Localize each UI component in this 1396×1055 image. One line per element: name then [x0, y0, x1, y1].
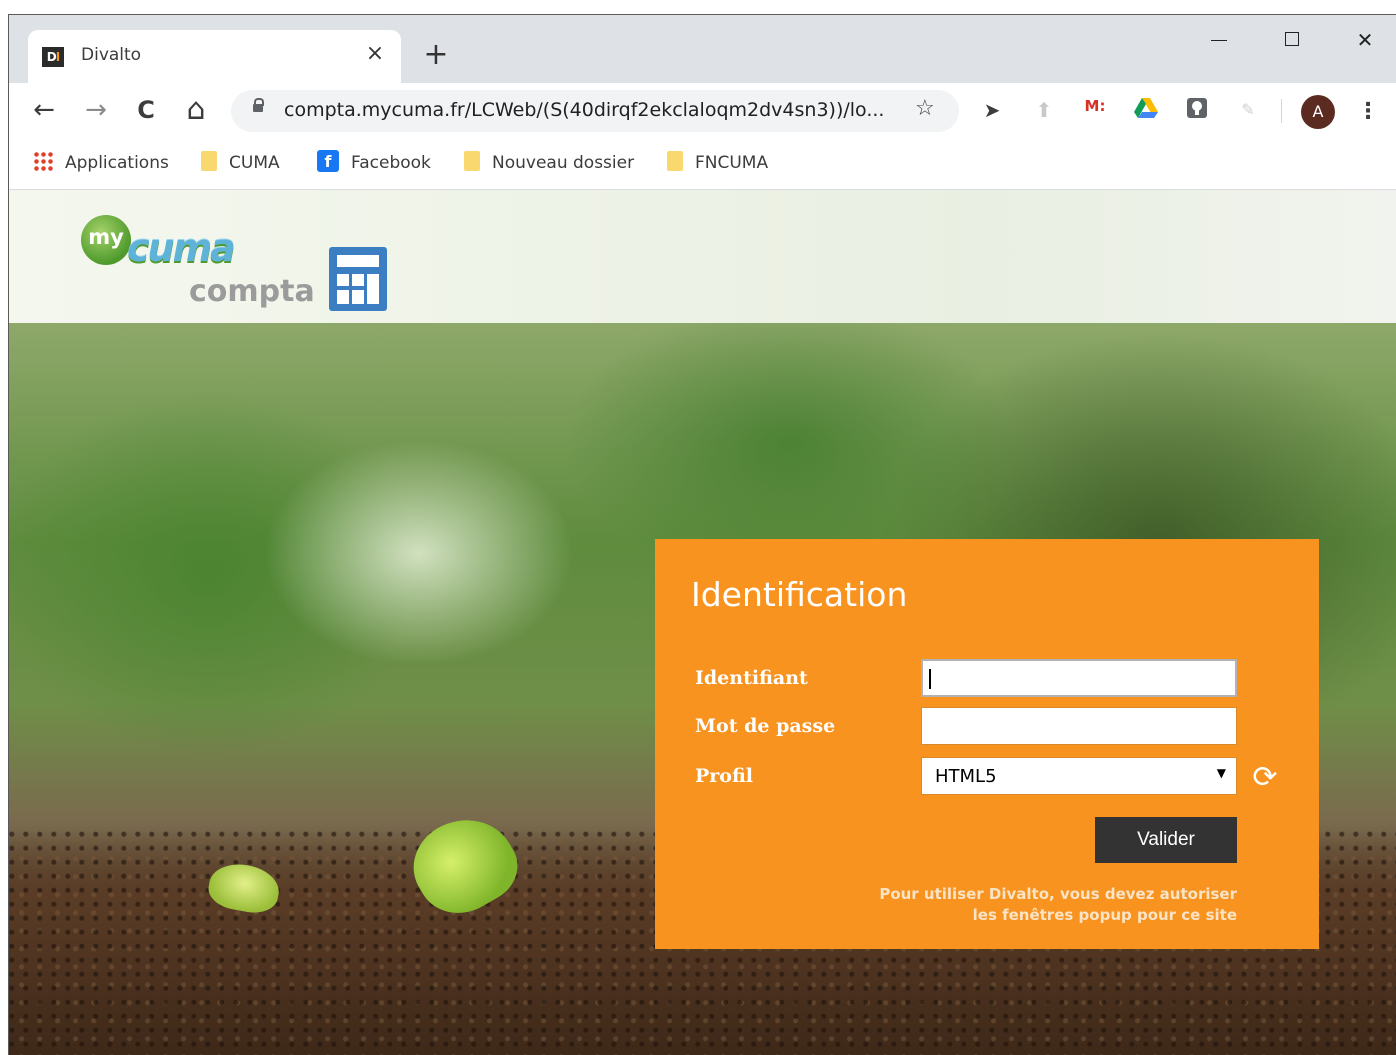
folder-icon	[201, 151, 217, 171]
window-maximize-button[interactable]	[1268, 23, 1316, 57]
gmail-icon[interactable]: M:	[1082, 97, 1108, 123]
new-tab-button[interactable]: +	[421, 40, 451, 71]
login-title: Identification	[691, 575, 908, 614]
pin-icon[interactable]: ⬆	[1031, 97, 1057, 123]
bookmark-cuma[interactable]: CUMA	[201, 149, 280, 177]
page-header: my cuma compta	[9, 190, 1396, 323]
notice-line: Pour utiliser Divalto, vous devez autori…	[879, 885, 1237, 903]
dropdown-arrow-icon: ▼	[1216, 766, 1226, 780]
tab-title: Divalto	[81, 45, 142, 65]
folder-icon	[667, 151, 683, 171]
login-panel: Identification Identifiant Mot de passe …	[655, 539, 1319, 949]
bookmark-facebook[interactable]: f Facebook	[317, 149, 431, 177]
browser-menu-icon[interactable]: ⋮	[1357, 95, 1379, 129]
forward-button[interactable]: →	[79, 93, 113, 127]
username-label: Identifiant	[695, 667, 808, 689]
tab-close-icon[interactable]: ×	[363, 42, 387, 66]
reload-button[interactable]: C	[129, 93, 163, 127]
profile-avatar[interactable]: A	[1301, 95, 1335, 129]
send-icon[interactable]: ➤	[979, 97, 1005, 123]
logo-compta: compta	[189, 274, 315, 309]
profile-label: Profil	[695, 765, 754, 787]
notice-line: les fenêtres popup pour ce site	[972, 906, 1237, 924]
tab-divalto[interactable]: DI Divalto ×	[28, 30, 401, 83]
window-close-button[interactable]: ✕	[1341, 23, 1389, 57]
bookmark-nouveau-dossier[interactable]: Nouveau dossier	[464, 149, 634, 177]
bookmark-applications[interactable]: Applications	[33, 149, 169, 177]
bookmark-label: CUMA	[229, 153, 280, 173]
profile-select-value: HTML5	[935, 766, 997, 787]
facebook-icon: f	[317, 150, 339, 172]
bookmark-label: FNCUMA	[695, 153, 769, 173]
web-page: my cuma compta Identification Identifian…	[9, 190, 1396, 1055]
folder-icon	[464, 151, 480, 171]
valider-button[interactable]: Valider	[1095, 817, 1237, 863]
username-input[interactable]	[921, 659, 1237, 697]
tab-strip: DI Divalto × + ✕	[9, 15, 1396, 83]
bookmarks-bar: Applications CUMA f Facebook Nouveau doss…	[9, 139, 1396, 190]
mycuma-logo: my cuma compta	[81, 212, 321, 322]
password-label: Mot de passe	[695, 715, 836, 737]
logo-cuma: cuma	[127, 226, 236, 270]
drive-icon[interactable]	[1133, 97, 1159, 123]
logo-my: my	[81, 215, 131, 265]
lock-icon	[253, 98, 264, 112]
lastpass-icon[interactable]	[1184, 97, 1210, 123]
bookmark-label: Applications	[65, 153, 169, 173]
bookmark-star-icon[interactable]: ☆	[915, 96, 935, 121]
window-minimize-button[interactable]	[1195, 23, 1243, 57]
apps-icon	[33, 151, 53, 171]
bookmark-label: Nouveau dossier	[492, 153, 635, 173]
home-button[interactable]: ⌂	[179, 93, 213, 127]
back-button[interactable]: ←	[27, 93, 61, 127]
password-input[interactable]	[921, 707, 1237, 745]
url-text[interactable]: compta.mycuma.fr/LCWeb/(S(40dirqf2ekclal…	[284, 99, 884, 121]
address-bar[interactable]: compta.mycuma.fr/LCWeb/(S(40dirqf2ekclal…	[231, 90, 959, 132]
calculator-icon	[329, 247, 387, 311]
toolbar-divider	[1281, 99, 1282, 123]
divalto-favicon-icon: DI	[42, 47, 64, 67]
browser-toolbar: ← → C ⌂ compta.mycuma.fr/LCWeb/(S(40dirq…	[9, 83, 1396, 139]
refresh-icon[interactable]: ⟳	[1247, 761, 1283, 795]
pen-icon[interactable]: ✎	[1235, 97, 1261, 123]
browser-window: DI Divalto × + ✕ ← → C ⌂ compta.mycuma.f…	[8, 14, 1396, 1055]
popup-notice: Pour utiliser Divalto, vous devez autori…	[837, 884, 1237, 926]
profile-select[interactable]: HTML5 ▼	[921, 757, 1237, 795]
bookmark-label: Facebook	[351, 153, 431, 173]
bookmark-fncuma[interactable]: FNCUMA	[667, 149, 768, 177]
